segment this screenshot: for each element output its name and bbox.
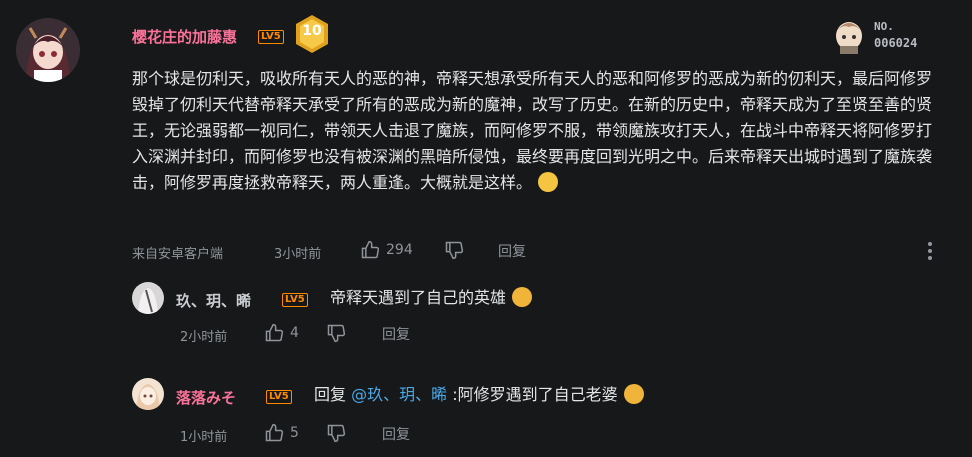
reply-text: 帝释天遇到了自己的英雄 <box>330 285 533 311</box>
dislike-button[interactable] <box>326 423 346 443</box>
username[interactable]: 玖、玥、晞 <box>176 290 251 311</box>
avatar[interactable] <box>132 378 164 410</box>
reply-prefix: 回复 <box>314 385 347 404</box>
thumbs-down-icon <box>327 324 346 343</box>
username[interactable]: 樱花庄的加藤惠 <box>132 26 237 47</box>
reply-time: 1小时前 <box>180 430 228 445</box>
thumbs-down-icon <box>327 424 346 443</box>
thumbs-up-icon <box>361 240 380 259</box>
reply-button[interactable]: 回复 <box>498 241 526 261</box>
emoji-icon <box>623 384 644 404</box>
reply-time: 2小时前 <box>180 330 228 345</box>
level-badge: LV5 <box>258 30 284 44</box>
thumbs-up-icon <box>265 423 284 442</box>
like-button[interactable]: 5 <box>264 423 299 443</box>
username[interactable]: 落落みそ <box>176 387 236 408</box>
fan-card-avatar <box>830 14 868 54</box>
reply-body: :阿修罗遇到了自己老婆 <box>452 385 618 404</box>
like-count: 294 <box>386 242 413 258</box>
dislike-button[interactable] <box>326 323 346 343</box>
more-options-icon[interactable] <box>924 240 936 262</box>
level-badge: LV5 <box>282 293 308 307</box>
avatar[interactable] <box>132 282 164 314</box>
comment-time: 3小时前 <box>274 247 322 262</box>
reply-body: 帝释天遇到了自己的英雄 <box>330 288 507 307</box>
fan-card-number: 006024 <box>874 36 918 50</box>
comment-source: 来自安卓客户端 <box>132 247 224 262</box>
medal-number: 10 <box>302 23 322 39</box>
comment-text: 那个球是仞利天，吸收所有天人的恶的神，帝释天想承受所有天人的恶和阿修罗的恶成为新… <box>132 66 944 196</box>
reply-text: 回复 @玖、玥、晞 :阿修罗遇到了自己老婆 <box>314 382 644 408</box>
level-badge: LV5 <box>266 390 292 404</box>
medal-badge: 10 <box>294 14 330 54</box>
fan-card-prefix: NO. <box>874 20 894 33</box>
like-button[interactable]: 294 <box>360 240 413 260</box>
dislike-button[interactable] <box>444 240 464 260</box>
reply-button[interactable]: 回复 <box>382 424 410 444</box>
comment-body: 那个球是仞利天，吸收所有天人的恶的神，帝释天想承受所有天人的恶和阿修罗的恶成为新… <box>132 69 933 192</box>
like-count: 4 <box>290 325 299 341</box>
avatar[interactable] <box>16 18 80 82</box>
mention-link[interactable]: @玖、玥、晞 <box>351 385 447 404</box>
emoji-icon <box>512 287 533 307</box>
emoji-icon <box>538 172 559 192</box>
thumbs-up-icon <box>265 323 284 342</box>
thumbs-down-icon <box>445 241 464 260</box>
like-count: 5 <box>290 425 299 441</box>
like-button[interactable]: 4 <box>264 323 299 343</box>
reply-button[interactable]: 回复 <box>382 324 410 344</box>
